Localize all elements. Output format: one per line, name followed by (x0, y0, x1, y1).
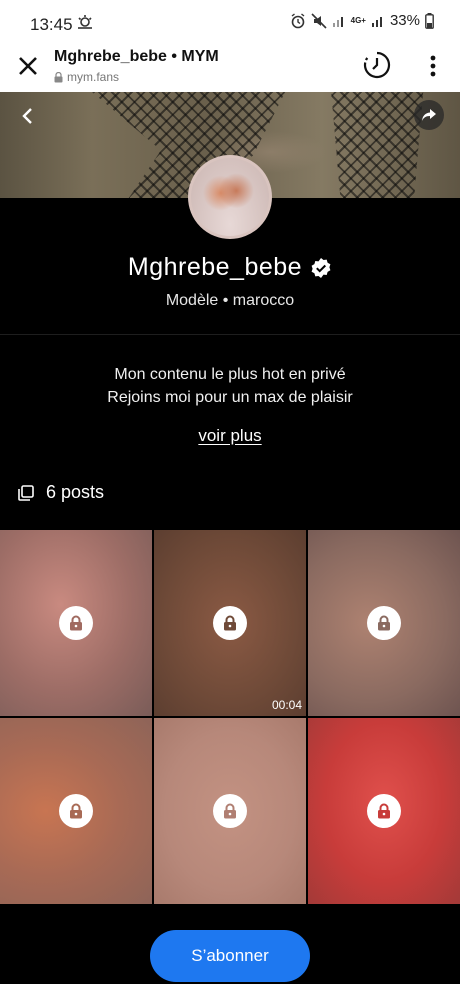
weather-icon (78, 15, 92, 29)
signal-icon (332, 16, 343, 27)
battery-icon (425, 12, 434, 29)
see-more-link[interactable]: voir plus (198, 426, 261, 445)
lock-icon (59, 794, 93, 828)
subscribe-button[interactable]: S’abonner (150, 930, 310, 982)
bio-line: Rejoins moi pour un max de plaisir (107, 389, 353, 406)
share-icon (422, 109, 436, 121)
lock-icon (367, 606, 401, 640)
lock-icon (213, 794, 247, 828)
verified-badge-icon (311, 257, 331, 278)
status-bar: 13:45 4G+ 33% (0, 0, 460, 48)
signal-icon (371, 16, 382, 27)
page-url-text: mym.fans (67, 70, 120, 84)
profile-subtitle: Modèle • marocco (165, 292, 295, 309)
lock-icon (54, 71, 63, 82)
alarm-icon (291, 12, 305, 28)
post-tile[interactable] (308, 718, 460, 904)
profile-bio: Mon contenu le plus hot en privé Rejoins… (0, 363, 460, 409)
bio-line: Mon contenu le plus hot en privé (114, 366, 346, 383)
status-time: 13:45 (30, 15, 73, 34)
post-tile[interactable] (0, 718, 152, 904)
history-icon[interactable] (362, 50, 392, 80)
lock-icon (213, 606, 247, 640)
lock-icon (367, 794, 401, 828)
video-duration: 00:04 (271, 698, 302, 712)
battery-percent: 33% (389, 12, 420, 29)
posts-header: 6 posts (18, 482, 104, 503)
post-tile[interactable]: 00:04 (154, 530, 306, 716)
profile-name: Mghrebe_bebe (0, 253, 460, 282)
avatar[interactable] (188, 155, 272, 239)
close-icon[interactable] (14, 52, 42, 80)
lock-icon (59, 606, 93, 640)
post-tile[interactable] (0, 530, 152, 716)
post-tile[interactable] (308, 530, 460, 716)
profile-name-text: Mghrebe_bebe (127, 253, 303, 281)
posts-count: 6 posts (46, 482, 105, 502)
back-icon[interactable] (14, 102, 42, 130)
post-tile[interactable] (154, 718, 306, 904)
page-url: mym.fans (54, 70, 119, 84)
posts-grid: 00:04 (0, 530, 460, 904)
posts-icon (18, 484, 34, 501)
more-vert-icon[interactable] (423, 52, 443, 80)
divider (0, 334, 460, 335)
browser-toolbar: Mghrebe_bebe • MYM mym.fans (0, 48, 460, 92)
page-title: Mghrebe_bebe • MYM (54, 48, 219, 65)
mute-icon (311, 12, 327, 29)
share-button[interactable] (414, 100, 444, 130)
network-type: 4G+ (350, 15, 366, 25)
see-more-link-row: voir plus (0, 426, 460, 446)
